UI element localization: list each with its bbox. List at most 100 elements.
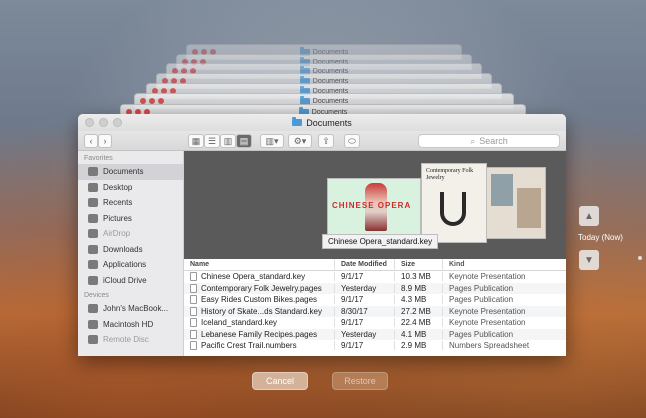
table-row[interactable]: Iceland_standard.key 9/1/17 22.4 MB Keynote… [184, 317, 566, 329]
sidebar-item[interactable]: iCloud Drive [78, 273, 183, 289]
cell-kind: Pages Publication [442, 283, 566, 293]
cell-name: Pacific Crest Trail.numbers [184, 341, 334, 351]
window-titlebar: Documents [78, 114, 566, 131]
chevron-down-icon: ▼ [584, 254, 594, 266]
close-button[interactable] [85, 118, 94, 127]
share-icon: ⇪ [322, 135, 330, 146]
download-icon [88, 244, 98, 254]
forward-button[interactable]: › [98, 134, 112, 148]
file-name: Contemporary Folk Jewelry.pages [201, 283, 322, 293]
toolbar: ‹ › ▦ ☰ ▥ ▤ ▥▾ ⚙▾ ⇪ ⬭ ⌕ Search [78, 131, 566, 151]
cell-date: Yesterday [334, 283, 394, 293]
timeline-label: Today (Now) [578, 233, 623, 242]
sidebar-item[interactable]: Downloads [78, 242, 183, 258]
tags-button[interactable]: ⬭ [344, 134, 360, 148]
documents-icon [88, 167, 98, 177]
cell-name: Iceland_standard.key [184, 318, 334, 328]
cell-date: Yesterday [334, 329, 394, 339]
document-icon [190, 318, 197, 328]
restore-button[interactable]: Restore [332, 372, 388, 390]
sidebar-item[interactable]: Pictures [78, 211, 183, 227]
file-rows: Chinese Opera_standard.key 9/1/17 10.3 MB K… [184, 271, 566, 352]
traffic-lights [85, 118, 122, 127]
sidebar-item[interactable]: AirDrop [78, 226, 183, 242]
selected-file-label: Chinese Opera_standard.key [322, 234, 439, 249]
table-row[interactable]: Chinese Opera_standard.key 9/1/17 10.3 MB K… [184, 271, 566, 283]
timeline-up-button[interactable]: ▲ [579, 206, 599, 226]
cancel-button[interactable]: Cancel [252, 372, 308, 390]
cell-size: 4.3 MB [394, 295, 442, 305]
column-header-date[interactable]: Date Modified [334, 259, 394, 270]
disk-icon [88, 319, 98, 329]
camera-icon [88, 213, 98, 223]
gallery-view-button[interactable]: ▤ [236, 134, 252, 148]
thumbnail-image [517, 188, 541, 228]
document-icon [190, 306, 197, 316]
applications-icon [88, 260, 98, 270]
document-icon [190, 272, 197, 282]
cell-kind: Keynote Presentation [442, 318, 566, 328]
file-name: History of Skate...ds Standard.key [201, 306, 322, 316]
chevron-up-icon: ▲ [584, 210, 594, 222]
column-header-size[interactable]: Size [394, 259, 442, 270]
zoom-button[interactable] [113, 118, 122, 127]
list-icon: ☰ [207, 135, 217, 146]
columns-icon: ▥ [223, 135, 233, 146]
finder-window: Documents ‹ › ▦ ☰ ▥ ▤ ▥▾ ⚙▾ ⇪ ⬭ ⌕ Search… [78, 114, 566, 356]
sidebar-item[interactable]: Desktop [78, 180, 183, 196]
document-icon [190, 283, 197, 293]
file-name: Lebanese Family Recipes.pages [201, 329, 318, 339]
table-row[interactable]: Contemporary Folk Jewelry.pages Yesterday… [184, 282, 566, 294]
back-button[interactable]: ‹ [84, 134, 98, 148]
arrange-button[interactable]: ▥▾ [260, 134, 284, 148]
sidebar-heading-devices: Devices [84, 292, 109, 299]
column-header-kind[interactable]: Kind [442, 259, 566, 270]
cell-size: 2.9 MB [394, 341, 442, 351]
file-list-header: Name Date Modified Size Kind [184, 259, 566, 271]
column-view-button[interactable]: ▥ [220, 134, 236, 148]
sidebar-item-label: Pictures [103, 213, 132, 223]
gallery-preview: CHINESE OPERA Contemporary Folk Jewelry … [184, 151, 566, 259]
action-button[interactable]: ⚙▾ [288, 134, 312, 148]
sidebar-item[interactable]: Applications [78, 257, 183, 273]
necklace-image [440, 192, 466, 226]
thumbnail-image [491, 174, 513, 206]
list-view-button[interactable]: ☰ [204, 134, 220, 148]
table-row[interactable]: History of Skate...ds Standard.key 8/30/1… [184, 305, 566, 317]
cell-name: Easy Rides Custom Bikes.pages [184, 295, 334, 305]
icon-view-button[interactable]: ▦ [188, 134, 204, 148]
preview-thumbnail-chinese-opera[interactable]: CHINESE OPERA [327, 178, 421, 238]
preview-thumbnail-bikes[interactable] [486, 167, 546, 239]
sidebar-item[interactable]: Macintosh HD [78, 317, 183, 333]
desktop-icon [88, 182, 98, 192]
thumbnail-title: Contemporary Folk Jewelry [426, 168, 474, 181]
sidebar-item[interactable]: John's MacBook... [78, 301, 183, 317]
table-row[interactable]: Pacific Crest Trail.numbers 9/1/17 2.9 MB N… [184, 340, 566, 352]
devices-list: John's MacBook... Macintosh HD Remote Disc [78, 301, 183, 348]
preview-thumbnail-folk-jewelry[interactable]: Contemporary Folk Jewelry [421, 163, 487, 243]
share-button[interactable]: ⇪ [318, 134, 334, 148]
clock-icon [88, 198, 98, 208]
minimize-button[interactable] [99, 118, 108, 127]
sidebar-item[interactable]: Documents [78, 164, 183, 180]
table-row[interactable]: Lebanese Family Recipes.pages Yesterday 4.… [184, 328, 566, 340]
folder-icon [292, 117, 303, 126]
document-icon [190, 341, 197, 351]
cell-size: 22.4 MB [394, 318, 442, 328]
sidebar-item-label: AirDrop [103, 229, 131, 239]
search-field[interactable]: ⌕ Search [418, 134, 560, 148]
cell-kind: Keynote Presentation [442, 272, 566, 282]
favorites-list: Documents Desktop Recents Pictures AirDrop Do… [78, 164, 183, 288]
file-name: Chinese Opera_standard.key [201, 272, 306, 282]
table-row[interactable]: Easy Rides Custom Bikes.pages 9/1/17 4.3 M… [184, 294, 566, 306]
sidebar-item[interactable]: Remote Disc [78, 332, 183, 348]
file-name: Iceland_standard.key [201, 318, 278, 328]
sidebar-item-label: Desktop [103, 182, 133, 192]
airdrop-icon [88, 229, 98, 239]
cell-date: 8/30/17 [334, 306, 394, 316]
sidebar-item[interactable]: Recents [78, 195, 183, 211]
cell-name: History of Skate...ds Standard.key [184, 306, 334, 316]
column-header-name[interactable]: Name [184, 259, 334, 270]
cell-date: 9/1/17 [334, 318, 394, 328]
timeline-down-button[interactable]: ▼ [579, 250, 599, 270]
